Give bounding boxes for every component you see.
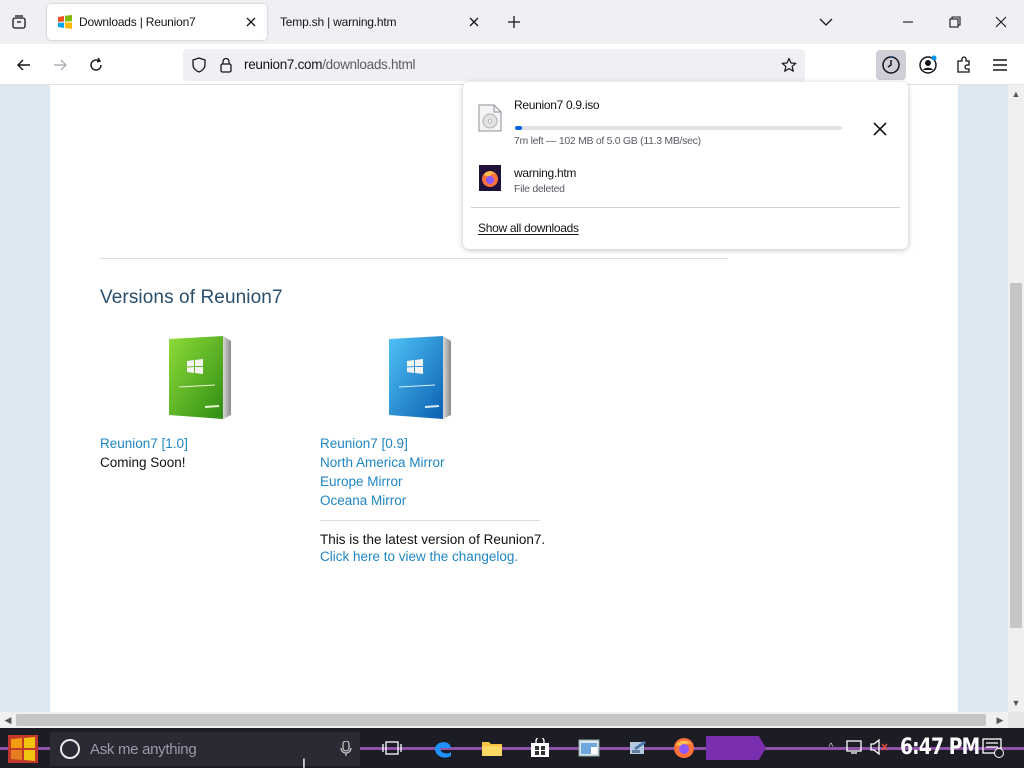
reload-icon[interactable] (81, 50, 111, 80)
url-path: /downloads.html (322, 57, 416, 72)
lock-icon[interactable] (216, 55, 236, 75)
control-panel-icon[interactable] (573, 733, 605, 763)
tab-title: Temp.sh | warning.htm (280, 15, 397, 29)
download-progress-bar (515, 126, 842, 130)
version-1-0-link[interactable]: Reunion7 [1.0] (100, 434, 188, 453)
windows7-blue-box-icon (389, 336, 451, 419)
page-title: Versions of Reunion7 (100, 287, 283, 308)
coming-soon-label: Coming Soon! (100, 455, 186, 470)
scrollbar-corner (1008, 712, 1024, 728)
tab-strip: Downloads | Reunion7 Temp.sh | warning.h… (0, 0, 1024, 44)
downloads-progress-icon (882, 56, 900, 74)
volume-muted-icon[interactable] (870, 738, 888, 756)
download-item-htm[interactable]: warning.htm File deleted (463, 154, 908, 210)
scroll-down-icon[interactable]: ▼ (1008, 696, 1024, 710)
taskbar-search-box[interactable]: Ask me anything (50, 732, 360, 766)
windows7-green-box-icon (169, 336, 231, 419)
tab-title: Downloads | Reunion7 (79, 15, 196, 29)
hamburger-menu-icon[interactable] (985, 50, 1015, 80)
latest-version-note: This is the latest version of Reunion7. … (320, 531, 545, 565)
windows-logo-icon (57, 14, 73, 30)
tab-downloads[interactable]: Downloads | Reunion7 (47, 4, 267, 40)
navigation-toolbar: reunion7.com/downloads.html (0, 44, 1024, 85)
text-cursor-icon: I (302, 755, 306, 768)
file-explorer-icon[interactable] (476, 733, 508, 763)
divider (100, 258, 728, 259)
action-center-icon[interactable] (982, 738, 1004, 758)
scroll-right-icon[interactable]: ▶ (992, 712, 1008, 728)
cancel-download-icon[interactable] (867, 116, 893, 142)
show-all-downloads-button[interactable]: Show all downloads (478, 221, 579, 235)
system-settings-icon[interactable] (622, 733, 654, 763)
download-status: 7m left — 102 MB of 5.0 GB (11.3 MB/sec) (514, 135, 701, 147)
version-0-9-link[interactable]: Reunion7 [0.9] (320, 434, 445, 453)
download-status: File deleted (514, 183, 565, 195)
scroll-up-icon[interactable]: ▲ (1008, 87, 1024, 101)
latest-version-text: This is the latest version of Reunion7. (320, 532, 546, 547)
clock[interactable]: 6:47 PM (900, 735, 980, 760)
taskbar: Ask me anything ^ 6:47 PM (0, 728, 1024, 768)
tab-temp-sh[interactable]: Temp.sh | warning.htm (268, 4, 490, 40)
back-icon[interactable] (9, 50, 39, 80)
firefox-file-icon (479, 165, 501, 191)
download-progress-fill (515, 126, 522, 130)
downloads-panel: Reunion7 0.9.iso 7m left — 102 MB of 5.0… (463, 82, 908, 249)
divider (320, 520, 540, 521)
close-window-icon[interactable] (986, 7, 1016, 37)
horizontal-scrollbar[interactable]: ◀ ▶ (0, 712, 1008, 728)
edge-icon[interactable] (427, 733, 459, 763)
search-placeholder: Ask me anything (90, 740, 197, 758)
list-all-tabs-icon[interactable] (8, 12, 30, 32)
microphone-icon[interactable] (340, 741, 352, 757)
mirror-europe-link[interactable]: Europe Mirror (320, 472, 445, 491)
download-filename: Reunion7 0.9.iso (514, 98, 600, 112)
chevron-down-icon[interactable] (815, 11, 837, 33)
version-1-0-column: Reunion7 [1.0] Coming Soon! (100, 434, 188, 472)
new-tab-icon[interactable] (503, 11, 525, 33)
address-bar[interactable]: reunion7.com/downloads.html (183, 49, 805, 81)
network-icon[interactable] (846, 738, 864, 756)
vertical-scroll-thumb[interactable] (1010, 283, 1022, 628)
store-icon[interactable] (524, 733, 556, 763)
account-icon[interactable] (913, 50, 943, 80)
disc-file-icon (478, 104, 502, 132)
url-host: reunion7.com (244, 57, 323, 72)
extensions-puzzle-icon[interactable] (949, 50, 979, 80)
downloads-button[interactable] (876, 50, 906, 80)
mirror-oceana-link[interactable]: Oceana Mirror (320, 491, 445, 510)
firefox-icon[interactable] (668, 733, 700, 763)
cortana-icon[interactable] (60, 739, 80, 759)
download-filename: warning.htm (514, 166, 577, 180)
horizontal-scroll-thumb[interactable] (16, 714, 986, 726)
task-view-icon[interactable] (376, 733, 408, 763)
running-app-indicator[interactable] (706, 736, 766, 760)
vertical-scrollbar[interactable]: ▲ ▼ (1008, 85, 1024, 712)
forward-icon[interactable] (45, 50, 75, 80)
scroll-left-icon[interactable]: ◀ (0, 712, 16, 728)
bookmark-star-icon[interactable] (779, 55, 799, 75)
minimize-icon[interactable] (893, 7, 923, 37)
tracking-protection-shield-icon[interactable] (189, 55, 209, 75)
mirror-north-america-link[interactable]: North America Mirror (320, 453, 445, 472)
close-tab-icon[interactable] (239, 10, 263, 34)
url-text[interactable]: reunion7.com/downloads.html (244, 57, 416, 72)
version-0-9-column: Reunion7 [0.9] North America Mirror Euro… (320, 434, 445, 510)
download-item-iso[interactable]: Reunion7 0.9.iso 7m left — 102 MB of 5.0… (463, 92, 908, 148)
close-tab-icon[interactable] (462, 10, 486, 34)
restore-icon[interactable] (940, 7, 970, 37)
changelog-link[interactable]: Click here to view the changelog. (320, 548, 545, 565)
divider (471, 207, 900, 208)
show-hidden-icons-icon[interactable]: ^ (822, 738, 840, 756)
start-button[interactable] (8, 735, 38, 763)
